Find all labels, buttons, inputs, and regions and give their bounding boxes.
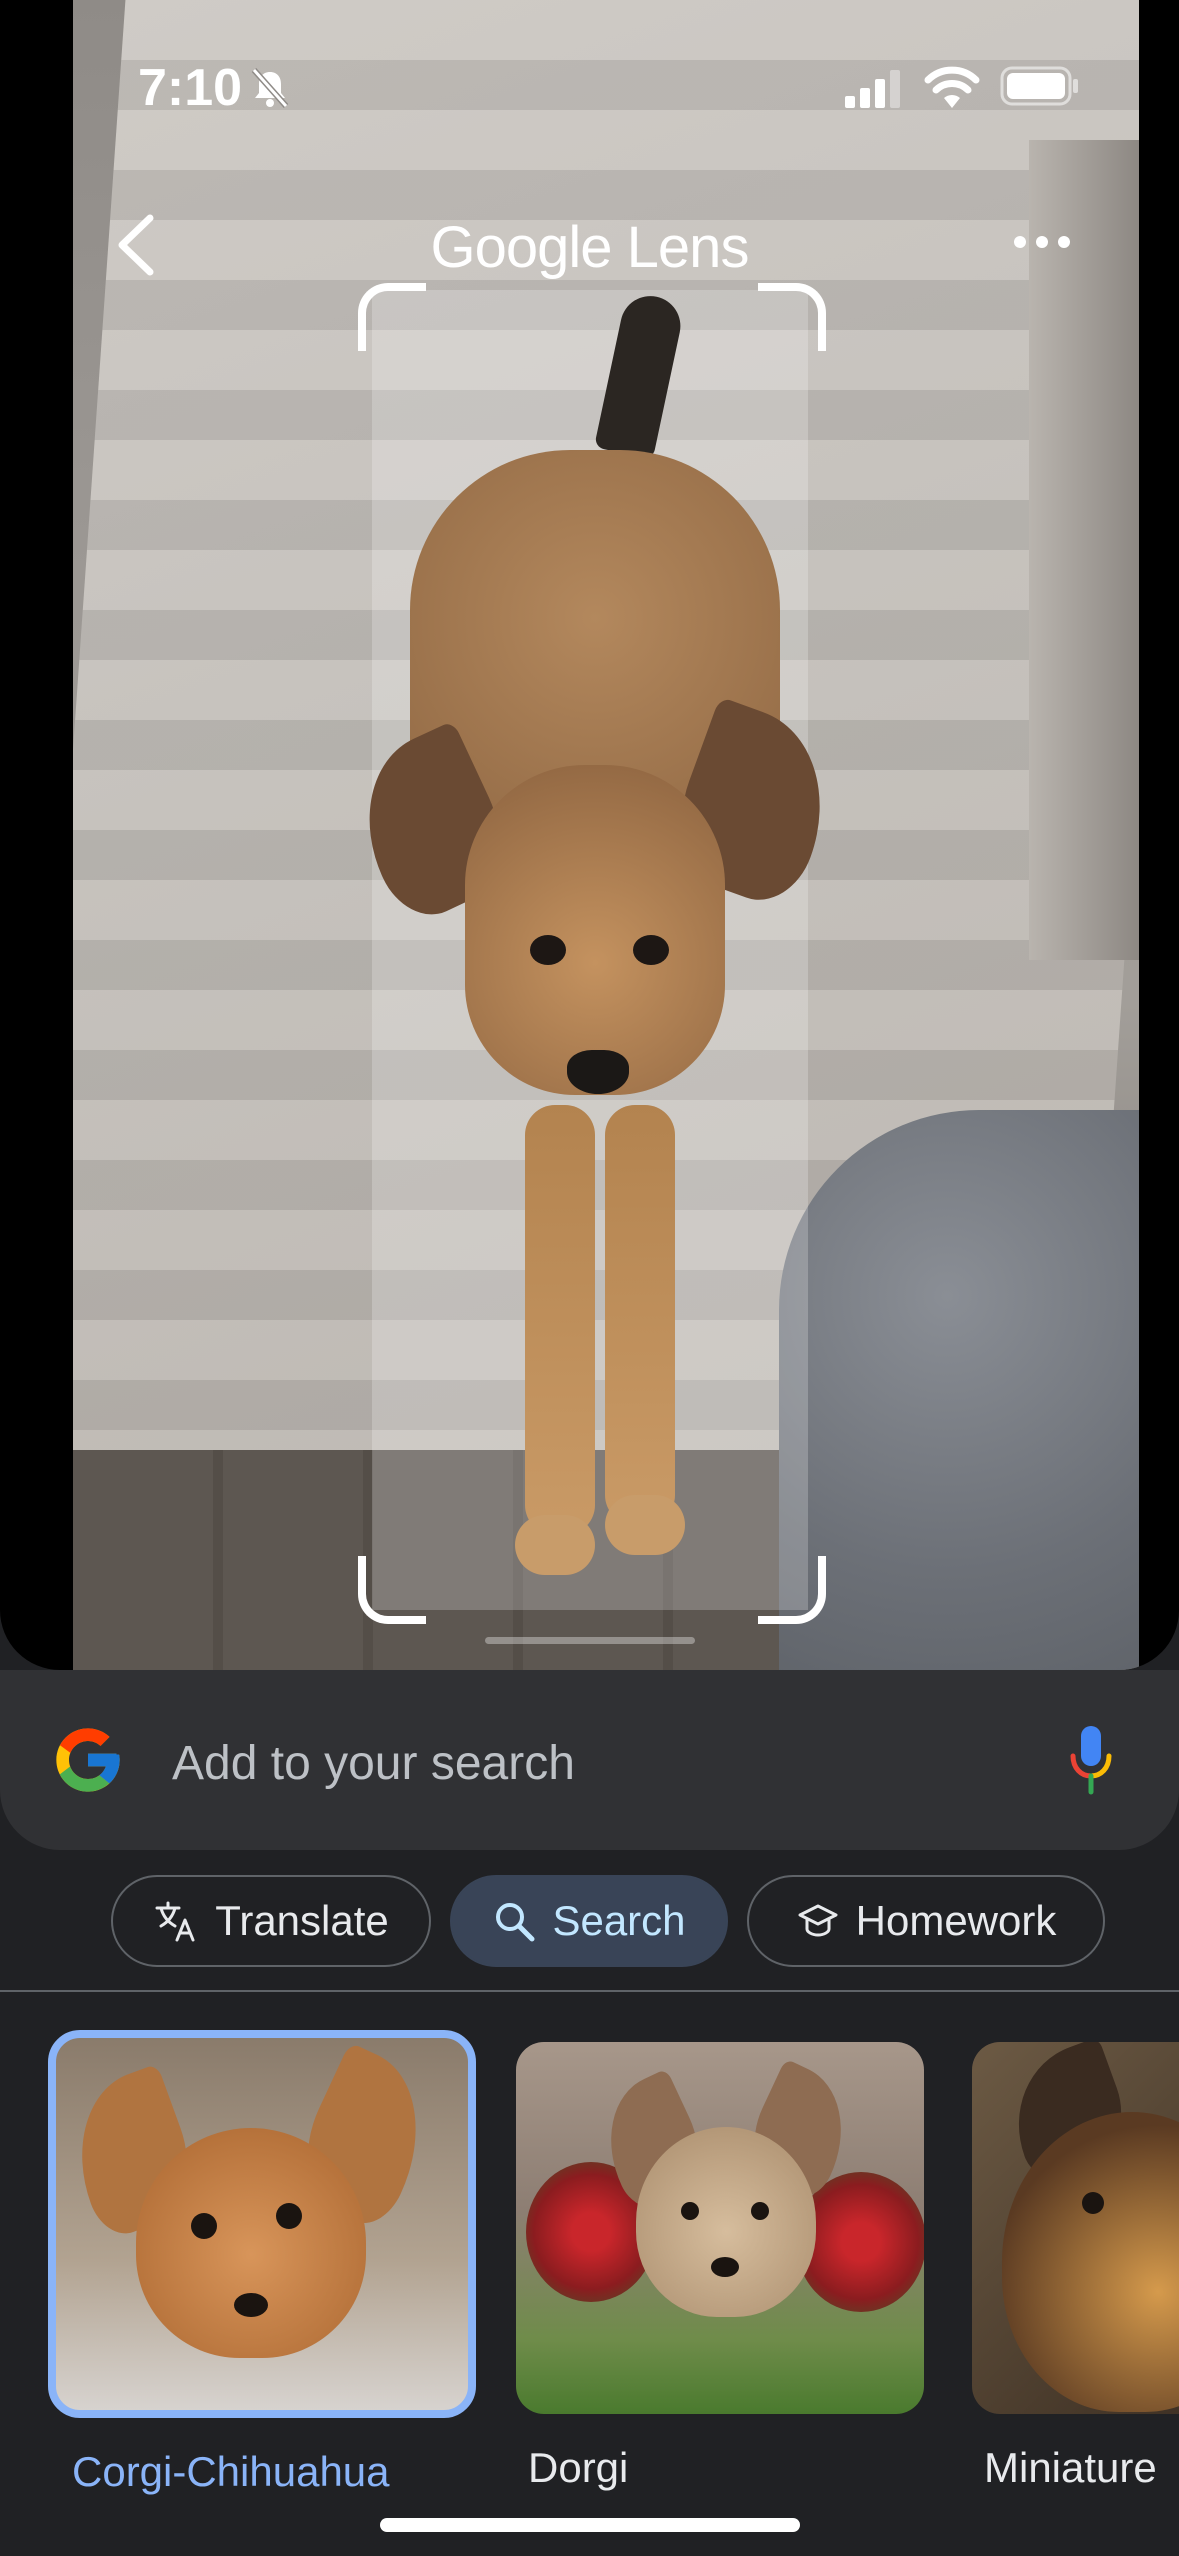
translate-icon: [155, 1901, 195, 1942]
cellular-signal-icon: [845, 70, 900, 108]
search-input[interactable]: [170, 1722, 974, 1804]
mode-chips: Translate Search Homework: [0, 1875, 1179, 1975]
tab-search-label: Search: [552, 1897, 686, 1944]
crop-handle-top-left[interactable]: [358, 283, 426, 351]
bell-muted-icon: [251, 68, 289, 108]
search-bar: [0, 1670, 1179, 1850]
lens-header: Google Lens: [0, 200, 1179, 290]
result-label: Dorgi: [528, 2444, 629, 2491]
status-bar: 7:10: [0, 0, 1179, 175]
results-carousel: Corgi-Chihuahua Dorgi Miniature: [0, 2030, 1179, 2510]
crop-handle-bottom-left[interactable]: [358, 1556, 426, 1624]
battery-icon: [1000, 66, 1078, 106]
divider: [0, 1990, 1179, 1992]
result-card-miniature[interactable]: Miniature: [972, 2042, 1179, 2492]
tab-translate[interactable]: Translate: [111, 1875, 431, 1967]
dog-subject: [335, 285, 852, 1605]
search-icon: [496, 1903, 535, 1942]
result-image: [972, 2042, 1179, 2414]
homework-icon: [798, 1904, 838, 1937]
result-card-dorgi[interactable]: Dorgi: [516, 2042, 924, 2492]
page-title: Google Lens: [430, 215, 750, 280]
tab-search[interactable]: Search: [450, 1875, 728, 1967]
crop-handle-bottom-right[interactable]: [758, 1556, 826, 1624]
more-options-icon[interactable]: [1012, 232, 1072, 252]
wifi-icon: [924, 66, 980, 108]
fur-blanket: [779, 1110, 1139, 1670]
camera-viewport[interactable]: 7:10 Google Lens: [0, 0, 1179, 1670]
result-label: Miniature: [984, 2444, 1157, 2491]
result-card-corgi-chihuahua[interactable]: Corgi-Chihuahua: [48, 2030, 476, 2496]
result-image: [516, 2042, 924, 2414]
tab-homework[interactable]: Homework: [747, 1875, 1105, 1967]
home-indicator[interactable]: [380, 2518, 800, 2532]
result-label: Corgi-Chihuahua: [72, 2448, 390, 2495]
status-time: 7:10: [138, 59, 243, 117]
microphone-icon[interactable]: [1066, 1720, 1116, 1800]
tab-translate-label: Translate: [215, 1897, 389, 1944]
result-image: [48, 2030, 476, 2418]
tab-homework-label: Homework: [855, 1897, 1057, 1944]
sheet-grabber[interactable]: [485, 1637, 695, 1644]
google-g-icon: [56, 1728, 120, 1792]
crop-handle-top-right[interactable]: [758, 283, 826, 351]
